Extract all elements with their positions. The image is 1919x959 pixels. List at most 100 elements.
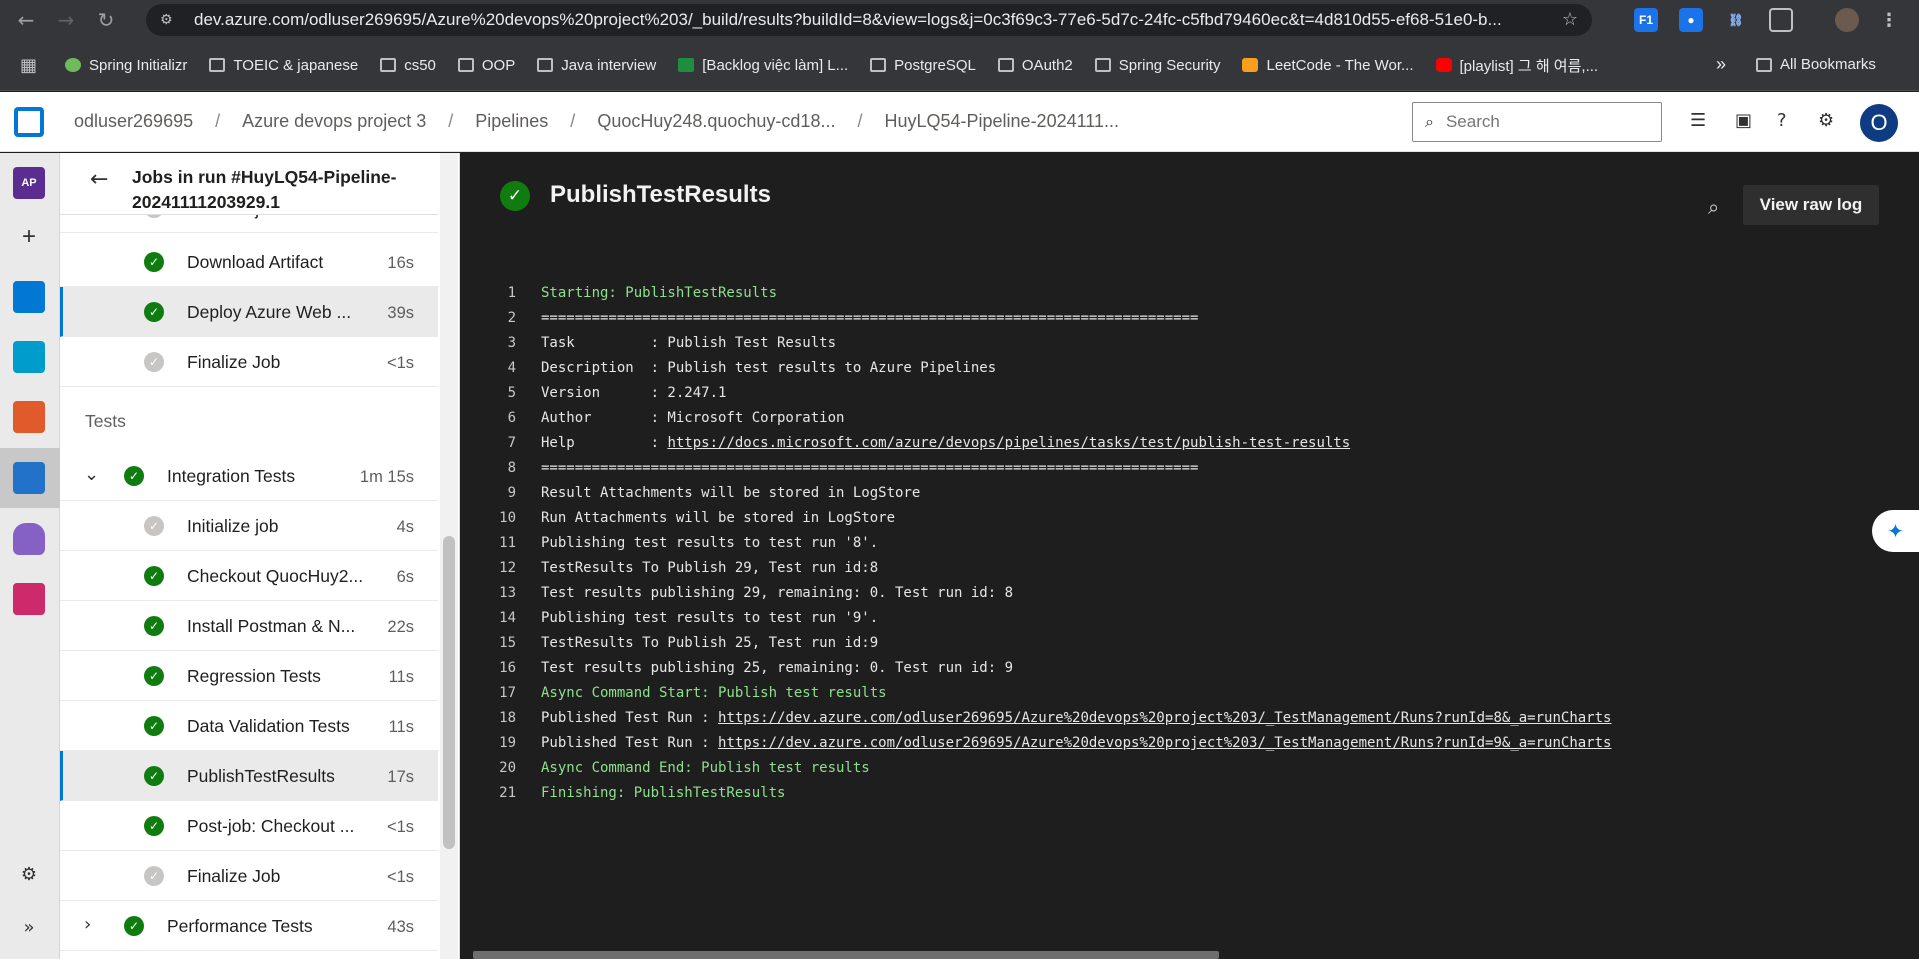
stage-label-tests: Tests (85, 411, 126, 431)
expand-nav-icon[interactable]: » (13, 911, 45, 943)
log-link[interactable]: https://dev.azure.com/odluser269695/Azur… (718, 710, 1611, 726)
step-row-selected[interactable]: ✓ PublishTestResults 17s (60, 751, 438, 801)
success-check-icon: ✓ (124, 916, 144, 936)
bookmark-item[interactable]: OAuth2 (997, 57, 1073, 74)
reload-icon[interactable]: ↻ (92, 6, 120, 34)
search-icon[interactable]: ⌕ (1708, 195, 1719, 219)
breadcrumb-pipeline[interactable]: QuocHuy248.quochuy-cd18... (597, 111, 835, 132)
step-row[interactable]: ✓ Finalize Job <1s (60, 337, 438, 387)
step-row[interactable]: ✓ Regression Tests 11s (60, 651, 438, 701)
line-number: 8 (507, 460, 516, 476)
back-arrow-icon[interactable]: ← (90, 167, 108, 192)
profile-avatar-icon[interactable] (1835, 8, 1859, 32)
bookmark-item[interactable]: [playlist] 그 해 여름,... (1435, 55, 1598, 76)
step-row[interactable]: ✓ Initialize job 4s (60, 501, 438, 551)
log-text: TestResults To Publish 29, Test run id:8 (541, 560, 879, 576)
log-link[interactable]: https://dev.azure.com/odluser269695/Azur… (718, 735, 1611, 751)
extension-f1-icon[interactable]: F1 (1634, 8, 1658, 32)
breadcrumb-pipelines[interactable]: Pipelines (475, 111, 548, 132)
project-settings-icon[interactable]: ⚙ (13, 858, 45, 890)
bookmark-item[interactable]: Java interview (537, 57, 656, 74)
log-text: Test results publishing 29, remaining: 0… (541, 585, 1014, 601)
browser-menu-icon[interactable]: ⋮ (1877, 8, 1901, 32)
bookmark-item[interactable]: [Backlog việc làm] L... (678, 57, 848, 74)
boards-icon[interactable] (13, 341, 45, 373)
help-icon[interactable]: ? (1777, 110, 1787, 131)
search-input[interactable] (1445, 112, 1636, 132)
bookmark-item[interactable]: Spring Security (1094, 57, 1220, 74)
back-arrow-icon[interactable]: ← (12, 6, 40, 34)
step-row[interactable]: ✓ Post-job: Checkout ... <1s (60, 801, 438, 851)
view-raw-log-button[interactable]: View raw log (1743, 185, 1879, 225)
log-line: 15 TestResults To Publish 25, Test run id… (460, 631, 1919, 656)
address-bar[interactable]: ⚙ dev.azure.com/odluser269695/Azure%20de… (146, 4, 1592, 36)
jobs-scrollbar-thumb[interactable] (443, 536, 455, 849)
folder-icon (870, 58, 887, 72)
shopping-bag-icon[interactable]: ▣ (1735, 110, 1752, 131)
all-bookmarks-button[interactable]: All Bookmarks (1756, 56, 1876, 73)
log-horizontal-scrollbar[interactable] (473, 951, 1219, 959)
extensions-puzzle-icon[interactable] (1769, 8, 1793, 32)
line-number: 4 (507, 360, 516, 376)
log-link[interactable]: https://docs.microsoft.com/azure/devops/… (667, 435, 1350, 451)
artifacts-icon[interactable] (13, 583, 45, 615)
log-line: 21 Finishing: PublishTestResults (460, 781, 1919, 806)
log-text: Published Test Run : https://dev.azure.c… (541, 710, 1612, 726)
bookmark-item[interactable]: TOEIC & japanese (209, 57, 358, 74)
success-check-icon: ✓ (144, 716, 164, 736)
step-row[interactable]: ✓ Download Artifact 16s (60, 237, 438, 287)
step-row[interactable]: ✓ Data Validation Tests 11s (60, 701, 438, 751)
user-settings-icon[interactable]: ⚙ (1818, 110, 1834, 131)
overview-icon[interactable] (13, 281, 45, 313)
bookmark-item[interactable]: OOP (457, 57, 515, 74)
log-lines: 1 Starting: PublishTestResults 2 ==========… (460, 281, 1919, 806)
log-text: Run Attachments will be stored in LogSto… (541, 510, 896, 526)
success-check-icon: ✓ (124, 466, 144, 486)
bookmark-item[interactable]: cs50 (380, 57, 436, 74)
step-row[interactable]: ✓ Install Postman & N... 22s (60, 601, 438, 651)
azure-devops-logo-icon[interactable] (14, 106, 44, 137)
job-row[interactable]: ⌄ ✓ Integration Tests 1m 15s (60, 451, 438, 501)
log-line: 2 =======================================… (460, 306, 1919, 331)
task-list-icon[interactable]: ☰ (1690, 110, 1706, 131)
apps-grid-icon[interactable]: ▦ (20, 55, 37, 76)
test-plans-icon[interactable] (13, 523, 45, 555)
log-text: Help : https://docs.microsoft.com/azure/… (541, 435, 1351, 451)
chevron-right-icon[interactable]: › (84, 914, 91, 935)
bookmark-item[interactable]: LeetCode - The Wor... (1242, 57, 1414, 74)
log-line: 5 Version : 2.247.1 (460, 381, 1919, 406)
line-number: 16 (499, 660, 516, 676)
step-row[interactable]: ✓ Deploy Azure Web ... 39s (60, 287, 438, 337)
floating-drop-icon[interactable]: ✦ (1872, 510, 1919, 552)
log-text: Async Command End: Publish test results (541, 760, 870, 776)
bookmark-item[interactable]: Spring Initializr (65, 57, 187, 74)
log-line: 19 Published Test Run : https://dev.azure… (460, 731, 1919, 756)
breadcrumb-org[interactable]: odluser269695 (74, 111, 193, 132)
url-text[interactable]: dev.azure.com/odluser269695/Azure%20devo… (194, 10, 1564, 30)
breadcrumb-run[interactable]: HuyLQ54-Pipeline-2024111... (884, 111, 1118, 132)
log-text: Finishing: PublishTestResults (541, 785, 786, 801)
log-text: Publishing test results to test run '9'. (541, 610, 879, 626)
folder-icon (537, 58, 554, 72)
pipelines-icon[interactable] (13, 462, 45, 494)
extension-link-icon[interactable]: ⛓ (1724, 8, 1748, 32)
site-settings-icon[interactable]: ⚙ (160, 12, 180, 28)
chevron-down-icon[interactable]: ⌄ (84, 464, 99, 485)
add-icon[interactable]: + (13, 221, 45, 253)
log-line: 17 Async Command Start: Publish test resu… (460, 681, 1919, 706)
folder-icon (457, 58, 474, 72)
more-bookmarks-button[interactable]: » (1716, 54, 1726, 75)
job-row[interactable]: › ✓ Performance Tests 43s (60, 901, 438, 951)
avatar[interactable]: O (1860, 104, 1898, 142)
forward-arrow-icon[interactable]: → (52, 6, 80, 34)
step-row[interactable]: ✓ Checkout QuocHuy2... 6s (60, 551, 438, 601)
repos-icon[interactable] (13, 401, 45, 433)
bookmark-star-icon[interactable]: ☆ (1562, 9, 1578, 30)
project-avatar[interactable]: AP (13, 167, 45, 199)
extension-drop-icon[interactable]: ● (1679, 8, 1703, 32)
breadcrumb-project[interactable]: Azure devops project 3 (242, 111, 426, 132)
search-box[interactable]: ⌕ (1412, 102, 1662, 142)
step-row[interactable]: ✓ Finalize Job <1s (60, 851, 438, 901)
bookmark-item[interactable]: PostgreSQL (870, 57, 976, 74)
line-number: 5 (507, 385, 516, 401)
